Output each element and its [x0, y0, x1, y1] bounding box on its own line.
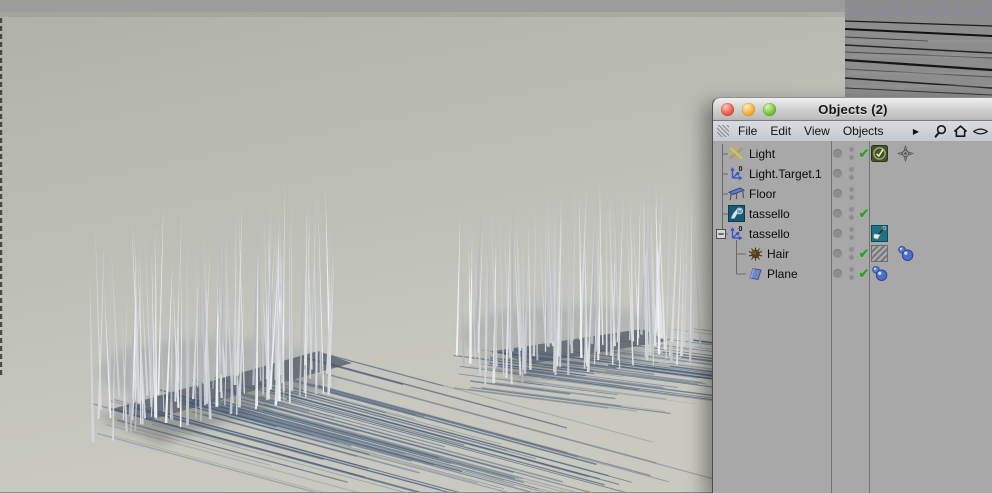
object-label: Hair [767, 247, 790, 261]
null-object-icon[interactable]: 0 [728, 225, 745, 242]
render-visibility-dot[interactable] [849, 175, 854, 180]
render-visibility-dot[interactable] [849, 195, 854, 200]
object-row[interactable]: Hair ✔ [713, 244, 992, 264]
render-visibility-dot[interactable] [849, 215, 854, 220]
editor-visibility-dot[interactable] [849, 267, 854, 272]
object-row[interactable]: Plane ✔ [713, 264, 992, 284]
editor-visibility-dot[interactable] [849, 167, 854, 172]
light-object-icon[interactable] [728, 145, 745, 162]
render-visibility-dot[interactable] [849, 235, 854, 240]
enabled-check-icon[interactable]: ✔ [856, 146, 872, 162]
enabled-check-icon[interactable]: ✔ [856, 246, 872, 262]
svg-text:0: 0 [739, 226, 743, 233]
editor-visibility-dot[interactable] [849, 247, 854, 252]
layer-dot[interactable] [833, 209, 842, 218]
menu-bar: File Edit View Objects ▶ [713, 121, 992, 142]
object-label: Plane [767, 267, 798, 281]
object-row[interactable]: Floor [713, 184, 992, 204]
layer-dot[interactable] [833, 249, 842, 258]
phong-tag-icon[interactable] [897, 245, 914, 262]
top-strip [0, 0, 992, 12]
enabled-check-icon[interactable]: ✔ [856, 206, 872, 222]
object-label: Light.Target.1 [749, 167, 822, 181]
object-row[interactable]: Light ✔ [713, 144, 992, 164]
editor-visibility-dot[interactable] [849, 147, 854, 152]
menu-overflow-arrow-icon[interactable]: ▶ [913, 127, 919, 136]
render-visibility-dot[interactable] [849, 275, 854, 280]
menu-file[interactable]: File [738, 124, 757, 138]
menu-edit[interactable]: Edit [770, 124, 791, 138]
object-list[interactable]: Light ✔ 0 Light.Target.1 Floor tassello ✔ 0 tass… [713, 141, 992, 493]
hair-strands-icon[interactable] [747, 245, 764, 262]
object-row[interactable]: 0 Light.Target.1 [713, 164, 992, 184]
svg-text:0: 0 [739, 166, 743, 173]
close-button[interactable] [721, 102, 734, 116]
menu-view[interactable]: View [804, 124, 830, 138]
hair-object-icon[interactable] [728, 205, 745, 222]
layer-dot[interactable] [833, 229, 842, 238]
object-row[interactable]: 0 tassello [713, 224, 992, 244]
palette-grip-icon[interactable] [717, 125, 729, 137]
editor-visibility-dot[interactable] [849, 227, 854, 232]
home-icon[interactable] [953, 124, 968, 139]
window-titlebar[interactable]: Objects (2) [713, 98, 992, 121]
hair-material-tag-icon[interactable] [871, 225, 888, 242]
object-label: tassello [749, 207, 790, 221]
app-screen: { "window": { "title": "Objects (2)", "t… [0, 0, 992, 493]
layer-dot[interactable] [833, 269, 842, 278]
eye-icon[interactable] [973, 124, 988, 139]
target-tag-icon[interactable] [897, 145, 914, 162]
menu-objects[interactable]: Objects [843, 124, 884, 138]
collapse-expander[interactable] [716, 229, 726, 239]
zoom-button[interactable] [763, 102, 776, 116]
layer-dot[interactable] [833, 189, 842, 198]
minimize-button[interactable] [742, 102, 755, 116]
compositing-tag-icon[interactable] [871, 145, 888, 162]
object-label: tassello [749, 227, 790, 241]
plane-object-icon[interactable] [747, 265, 764, 282]
object-label: Light [749, 147, 776, 161]
layer-dot[interactable] [833, 169, 842, 178]
editor-visibility-dot[interactable] [849, 187, 854, 192]
layer-dot[interactable] [833, 149, 842, 158]
render-visibility-dot[interactable] [849, 255, 854, 260]
search-icon[interactable] [933, 124, 948, 139]
phong-tag-icon[interactable] [871, 265, 888, 282]
render-visibility-dot[interactable] [849, 155, 854, 160]
null-object-icon[interactable]: 0 [728, 165, 745, 182]
floor-object-icon[interactable] [728, 185, 745, 202]
object-row[interactable]: tassello ✔ [713, 204, 992, 224]
objects-window[interactable]: Objects (2) File Edit View Objects ▶ Lig… [712, 97, 992, 493]
hair-texture-tag-icon[interactable] [871, 245, 888, 262]
editor-visibility-dot[interactable] [849, 207, 854, 212]
object-label: Floor [749, 187, 777, 201]
enabled-check-icon[interactable]: ✔ [856, 266, 872, 282]
